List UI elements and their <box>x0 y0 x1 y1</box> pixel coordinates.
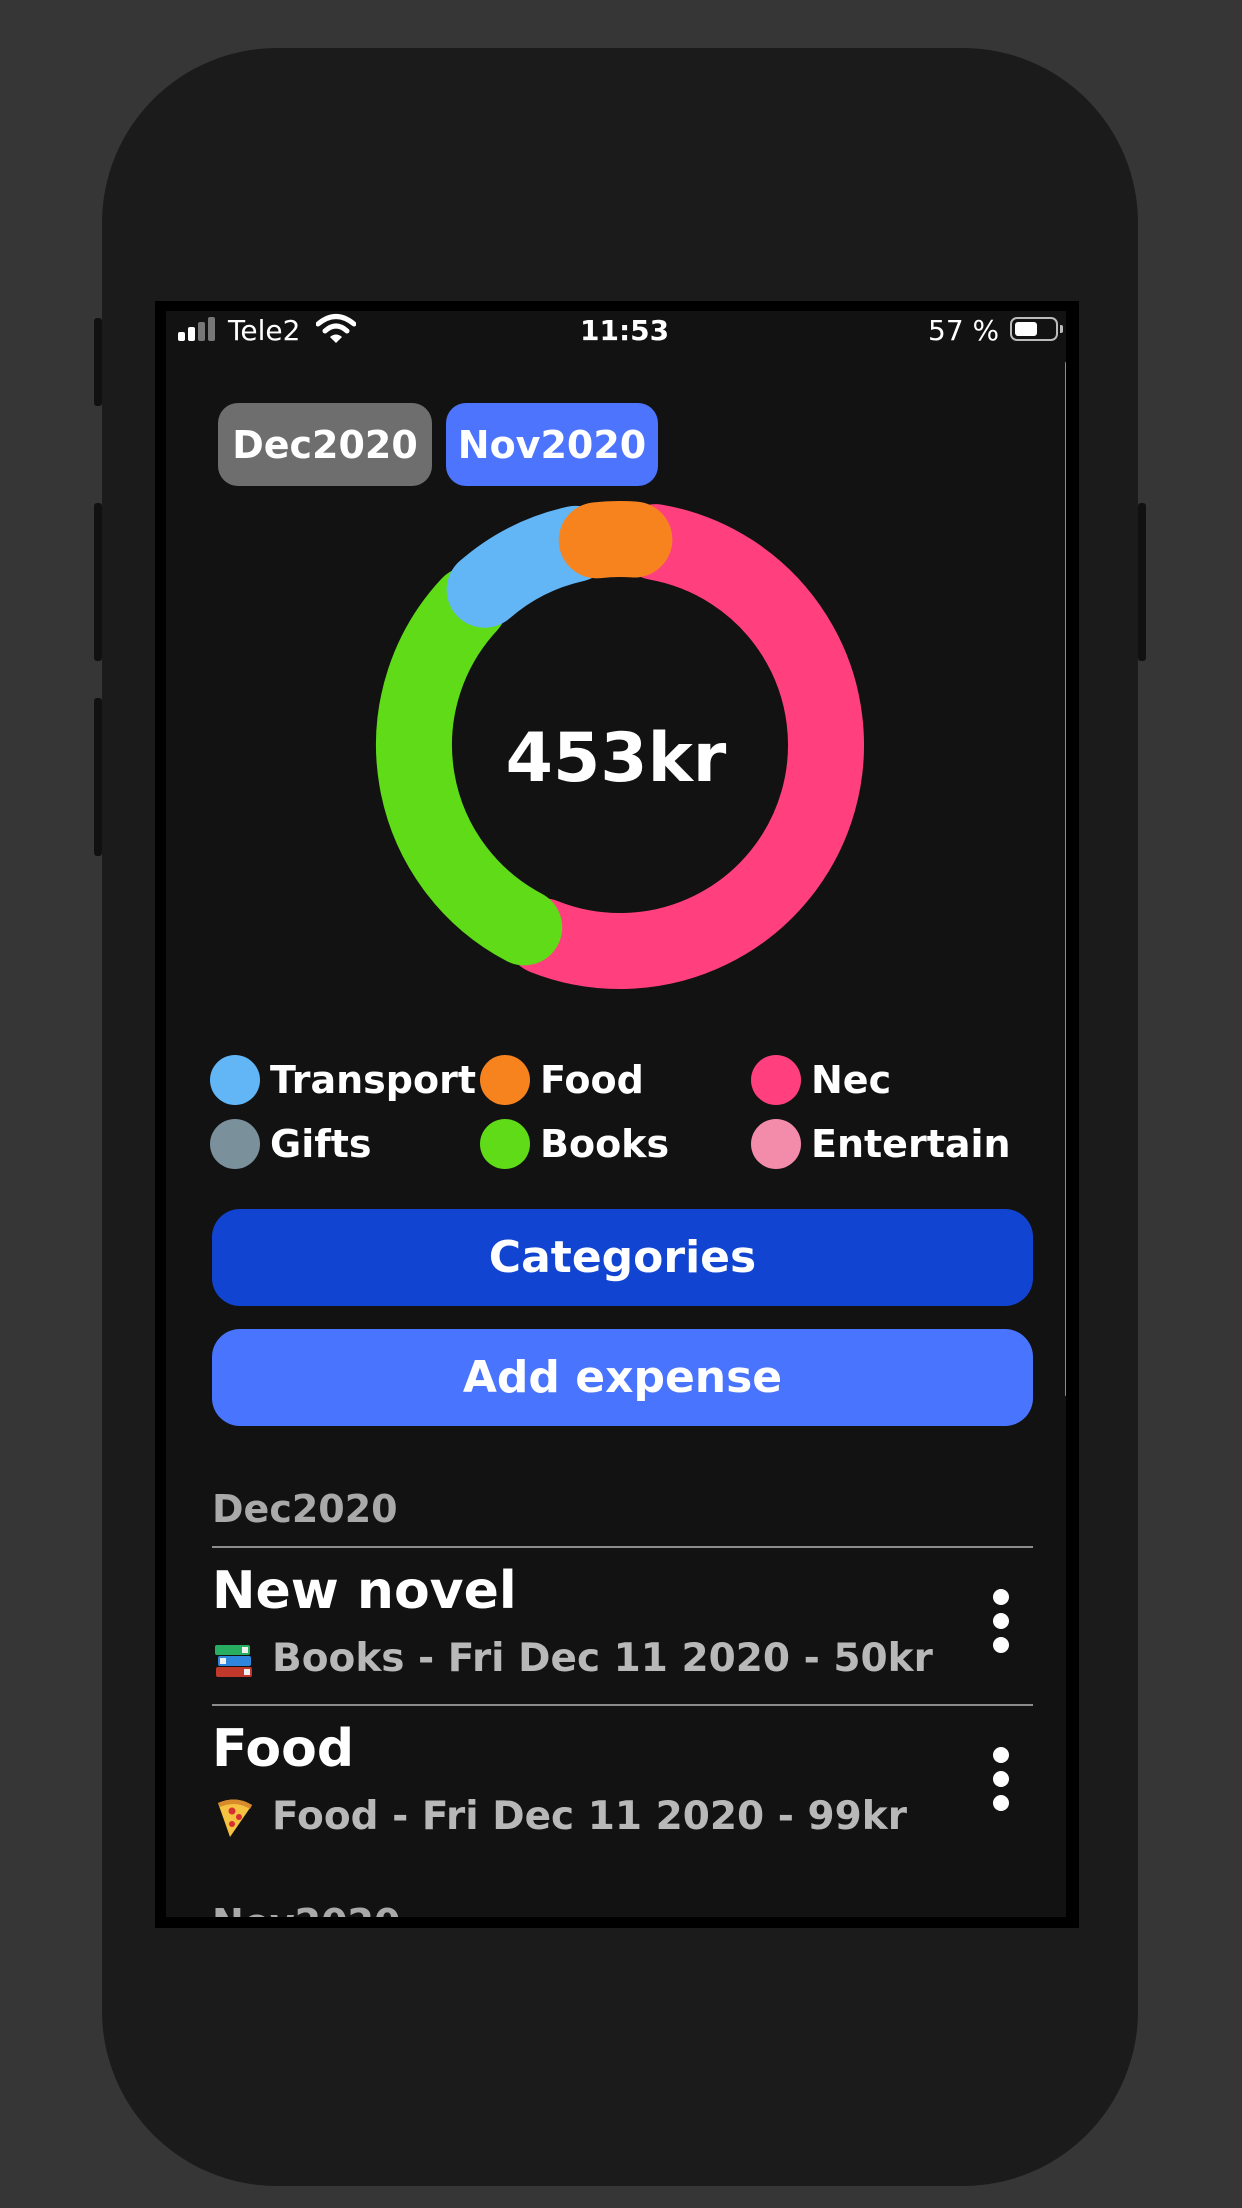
books-emoji-icon <box>215 1644 252 1677</box>
mute-switch <box>94 318 102 406</box>
expense-details: Books - Fri Dec 11 2020 - 50kr <box>212 1636 933 1681</box>
tab-nov2020[interactable]: Nov2020 <box>446 403 658 486</box>
status-bar: Tele2 11:53 57 % <box>166 311 1066 347</box>
power-button <box>1138 503 1146 661</box>
legend-label: Books <box>540 1122 670 1166</box>
legend-item-transport: Transport <box>210 1053 476 1107</box>
divider <box>212 1546 1033 1548</box>
legend-label: Food <box>540 1058 644 1102</box>
section-header-dec2020: Dec2020 <box>212 1487 398 1531</box>
expense-subtitle: Food - Fri Dec 11 2020 - 99kr <box>272 1794 907 1839</box>
legend-label: Nec <box>811 1058 892 1102</box>
section-header-nov2020: Nov2020 <box>212 1901 400 1917</box>
more-options-icon[interactable] <box>986 1589 1016 1661</box>
volume-down-button <box>94 698 102 856</box>
clock: 11:53 <box>580 314 670 347</box>
expense-title: New novel <box>212 1561 517 1621</box>
legend-item-entertain: Entertain <box>751 1117 1011 1171</box>
app-screen: Tele2 11:53 57 % Dec2020 Nov2020 453kr T… <box>166 311 1066 1917</box>
legend-label: Transport <box>270 1058 477 1102</box>
battery-icon <box>1010 317 1063 341</box>
carrier-name: Tele2 <box>228 314 301 347</box>
legend-swatch <box>480 1055 530 1105</box>
wifi-icon <box>316 314 356 343</box>
divider <box>212 1704 1033 1706</box>
legend-item-gifts: Gifts <box>210 1117 372 1171</box>
legend-item-nec: Nec <box>751 1053 891 1107</box>
legend-item-books: Books <box>480 1117 669 1171</box>
expense-details: Food - Fri Dec 11 2020 - 99kr <box>212 1794 907 1839</box>
legend-swatch <box>751 1119 801 1169</box>
legend-swatch <box>210 1055 260 1105</box>
legend-item-food: Food <box>480 1053 644 1107</box>
battery-percentage: 57 % <box>928 314 1000 347</box>
legend-swatch <box>480 1119 530 1169</box>
signal-strength-icon <box>178 317 220 341</box>
categories-button[interactable]: Categories <box>212 1209 1033 1306</box>
expense-title: Food <box>212 1719 355 1779</box>
legend-swatch <box>751 1055 801 1105</box>
expense-subtitle: Books - Fri Dec 11 2020 - 50kr <box>272 1636 933 1681</box>
more-options-icon[interactable] <box>986 1747 1016 1819</box>
tab-dec2020[interactable]: Dec2020 <box>218 403 432 486</box>
legend-swatch <box>210 1119 260 1169</box>
total-amount: 453kr <box>505 719 727 798</box>
legend-label: Gifts <box>270 1122 372 1166</box>
add-expense-button[interactable]: Add expense <box>212 1329 1033 1426</box>
legend-label: Entertain <box>811 1122 1011 1166</box>
volume-up-button <box>94 503 102 661</box>
donut-segment-food <box>558 501 673 579</box>
pizza-emoji-icon <box>218 1798 252 1837</box>
